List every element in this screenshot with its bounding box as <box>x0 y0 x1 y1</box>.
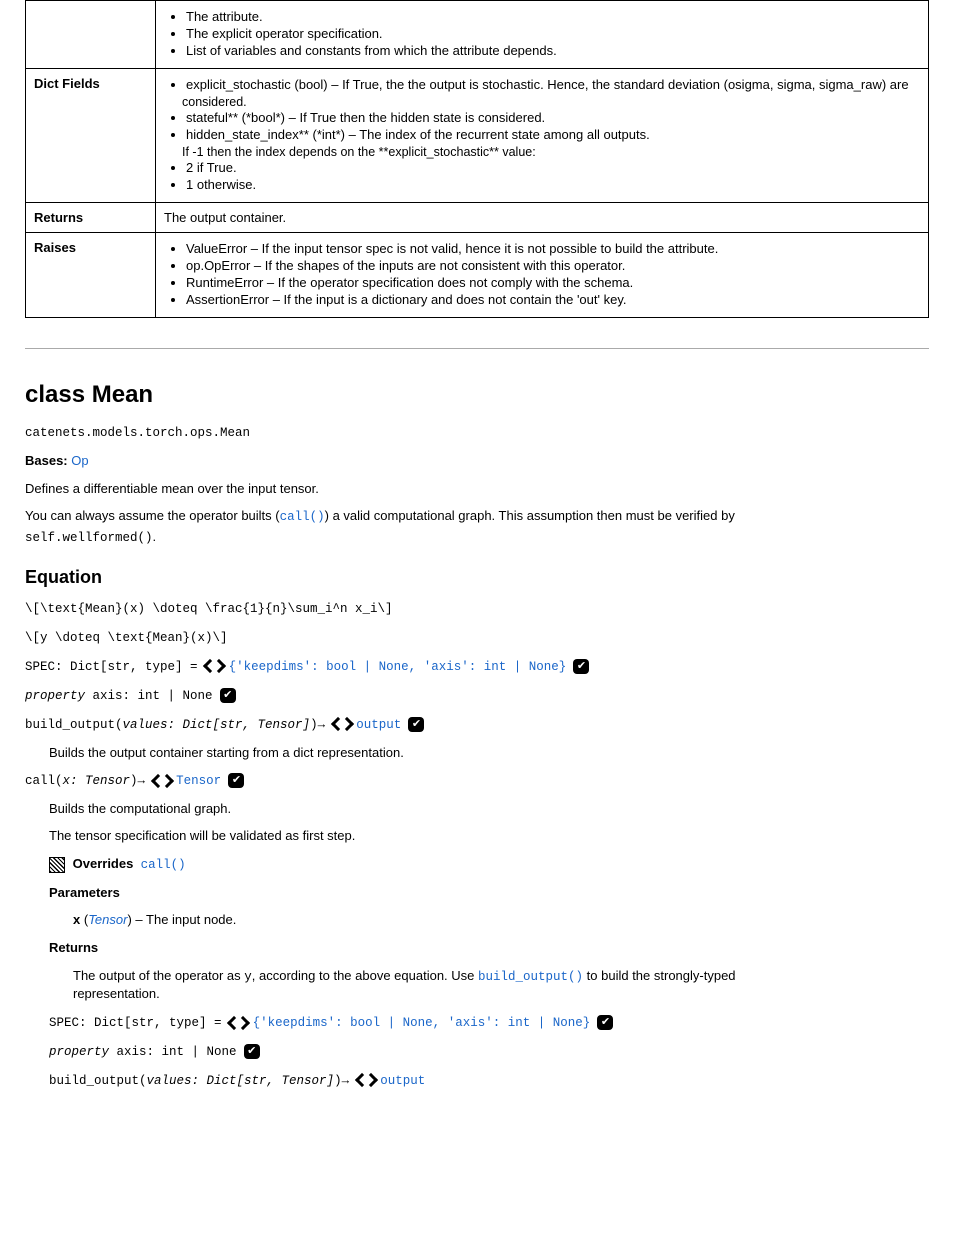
list-item-cont: considered. <box>182 94 920 110</box>
class-doc-line: You can always assume the operator built… <box>25 507 929 526</box>
overrides-target[interactable]: call() <box>141 856 186 871</box>
api-spec: SPEC: Dict[str, type] = {'keepdims': boo… <box>25 657 929 676</box>
table-row: The attribute. The explicit operator spe… <box>26 1 929 69</box>
table-row: Returns The output container. <box>26 202 929 233</box>
check-icon: ✔ <box>244 1044 260 1059</box>
code-icon <box>205 659 221 673</box>
row-content: The output container. <box>156 202 929 233</box>
row-label: Returns <box>26 202 156 233</box>
bases-link[interactable]: Op <box>71 453 88 468</box>
code-icon <box>333 717 349 731</box>
api-spec-inner: SPEC: Dict[str, type] = {'keepdims': boo… <box>49 1013 929 1032</box>
table-row: Raises ValueError – If the input tensor … <box>26 233 929 318</box>
output-link[interactable]: output <box>380 1072 425 1087</box>
spec-link[interactable]: {'keepdims': bool | None, 'axis': int | … <box>253 1014 591 1029</box>
row-label <box>26 1 156 69</box>
row-label: Raises <box>26 233 156 318</box>
api-call: call(x: Tensor)→ Tensor ✔ <box>25 771 929 790</box>
tensor-link[interactable]: Tensor <box>176 772 221 787</box>
call-doc: Builds the computational graph. <box>49 800 929 818</box>
call-doc: The tensor specification will be validat… <box>49 827 929 845</box>
bases-line: Bases: Op <box>25 452 929 470</box>
api-property-axis-inner: property axis: int | None ✔ <box>49 1042 929 1061</box>
parameters-table: The attribute. The explicit operator spe… <box>25 0 929 318</box>
output-link[interactable]: output <box>356 716 401 731</box>
param-x: x (Tensor) – The input node. <box>73 911 929 929</box>
row-content: ValueError – If the input tensor spec is… <box>156 233 929 318</box>
api-build-output: build_output(values: Dict[str, Tensor])→… <box>25 715 929 734</box>
list-item-cont: If -1 then the index depends on the **ex… <box>182 144 920 160</box>
qualified-name-code: catenets.models.torch.ops.Mean <box>25 426 250 440</box>
check-icon: ✔ <box>228 773 244 788</box>
bases-label: Bases: <box>25 453 68 468</box>
row-content: The attribute. The explicit operator spe… <box>156 1 929 69</box>
list-item: AssertionError – If the input is a dicti… <box>186 292 920 309</box>
list-item: The explicit operator specification. <box>186 26 920 43</box>
returns-desc: The output of the operator as y, accordi… <box>73 967 929 1003</box>
list-item: ValueError – If the input tensor spec is… <box>186 241 920 258</box>
code-icon <box>357 1073 373 1087</box>
list-item: RuntimeError – If the operator specifica… <box>186 275 920 292</box>
equation: \[\text{Mean}(x) \doteq \frac{1}{n}\sum_… <box>25 599 929 618</box>
spec-link[interactable]: {'keepdims': bool | None, 'axis': int | … <box>229 658 567 673</box>
equation: \[y \doteq \text{Mean}(x)\] <box>25 628 929 647</box>
overrides-label: Overrides <box>73 856 134 871</box>
code-icon <box>153 774 169 788</box>
list-item: stateful** (*bool*) – If True then the h… <box>186 110 920 127</box>
qualified-name: catenets.models.torch.ops.Mean <box>25 423 929 442</box>
build-output-doc: Builds the output container starting fro… <box>49 744 929 762</box>
check-icon: ✔ <box>220 688 236 703</box>
api-build-output-inner: build_output(values: Dict[str, Tensor])→… <box>49 1071 929 1090</box>
section-divider <box>25 348 929 349</box>
table-row: Dict Fields explicit_stochastic (bool) –… <box>26 68 929 202</box>
list-item: explicit_stochastic (bool) – If True, th… <box>186 77 920 94</box>
list-item: 2 if True. <box>186 160 920 177</box>
class-doc-line: self.wellformed(). <box>25 528 929 547</box>
list-item: hidden_state_index** (*int*) – The index… <box>186 127 920 144</box>
list-item: The attribute. <box>186 9 920 26</box>
row-content: explicit_stochastic (bool) – If True, th… <box>156 68 929 202</box>
overrides-line: Overrides call() <box>49 855 929 874</box>
row-label: Dict Fields <box>26 68 156 202</box>
call-link[interactable]: call() <box>280 508 325 523</box>
equation-heading: Equation <box>25 565 929 589</box>
class-doc-line: Defines a differentiable mean over the i… <box>25 480 929 498</box>
api-property-axis: property axis: int | None ✔ <box>25 686 929 705</box>
overrides-icon <box>49 857 65 873</box>
class-title: class Mean <box>25 379 929 411</box>
parameters-heading: Parameters <box>49 884 929 902</box>
check-icon: ✔ <box>573 659 589 674</box>
check-icon: ✔ <box>408 717 424 732</box>
list-item: op.OpError – If the shapes of the inputs… <box>186 258 920 275</box>
list-item: 1 otherwise. <box>186 177 920 194</box>
returns-heading: Returns <box>49 939 929 957</box>
list-item: List of variables and constants from whi… <box>186 43 920 60</box>
build-output-link[interactable]: build_output() <box>478 968 583 983</box>
check-icon: ✔ <box>597 1015 613 1030</box>
tensor-link[interactable]: Tensor <box>88 912 127 927</box>
code-icon <box>229 1016 245 1030</box>
